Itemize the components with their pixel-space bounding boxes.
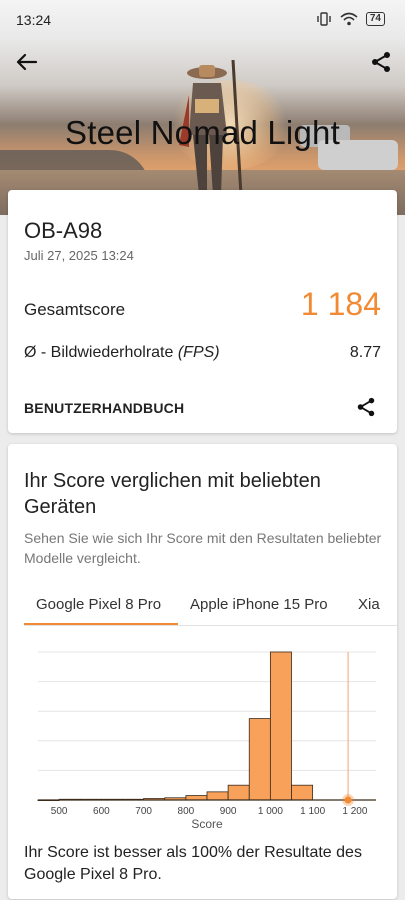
fps-label: Ø - Bildwiederholrate (FPS) — [24, 344, 220, 362]
result-card: OB-A98 Juli 27, 2025 13:24 Gesamtscore 1… — [8, 190, 397, 433]
x-tick-label: 1 000 — [258, 806, 283, 817]
total-score-value: 1 184 — [300, 286, 381, 322]
status-icons: 74 — [316, 12, 385, 26]
fps-label-text: Ø - Bildwiederholrate — [24, 344, 178, 361]
comparison-card: Ihr Score verglichen mit beliebten Gerät… — [8, 444, 397, 899]
comparison-title: Ihr Score verglichen mit beliebten Gerät… — [24, 470, 321, 518]
page-title: Steel Nomad Light — [65, 114, 340, 151]
comparison-subtitle: Sehen Sie wie sich Ihr Score mit den Res… — [24, 530, 382, 566]
x-tick-label: 800 — [178, 806, 195, 817]
histogram-bar — [269, 651, 292, 801]
battery-icon: 74 — [365, 12, 385, 26]
score-distribution-chart: 500 600 700 800 900 1 000 1 100 1 200 Score — [37, 651, 376, 831]
total-score-label: Gesamtscore — [24, 300, 126, 319]
wifi-icon — [340, 12, 358, 26]
histogram-bar — [248, 718, 271, 801]
your-score-marker-dot — [344, 796, 352, 804]
back-arrow-icon[interactable] — [14, 50, 42, 74]
status-time: 13:24 — [16, 12, 52, 28]
histogram-bar — [185, 795, 208, 801]
fps-label-unit: (FPS) — [177, 344, 220, 361]
histogram-bar — [291, 784, 314, 801]
x-tick-label: 1 200 — [342, 806, 367, 817]
x-tick-label: 900 — [220, 806, 237, 817]
device-name: OB-A98 — [24, 218, 103, 243]
share-icon[interactable] — [355, 396, 377, 418]
histogram-bar — [227, 784, 250, 801]
comparison-result-text: Ihr Score ist besser als 100% der Result… — [24, 844, 362, 883]
x-tick-label: 500 — [51, 806, 68, 817]
user-manual-button[interactable]: BENUTZERHANDBUCH — [8, 384, 397, 432]
tabs-divider — [24, 625, 397, 626]
result-date: Juli 27, 2025 13:24 — [24, 248, 134, 263]
tab-xiaomi[interactable]: Xia — [358, 596, 380, 613]
x-tick-label: 600 — [93, 806, 110, 817]
device-tabs: Google Pixel 8 Pro Apple iPhone 15 Pro X… — [8, 584, 397, 626]
user-manual-label: BENUTZERHANDBUCH — [24, 400, 185, 416]
hero-banner: 13:24 74 Steel Nomad Light — [0, 0, 405, 215]
histogram-bar — [206, 791, 229, 801]
x-axis-title: Score — [191, 817, 223, 831]
fps-value: 8.77 — [349, 344, 381, 361]
share-icon[interactable] — [369, 50, 393, 74]
x-tick-label: 700 — [135, 806, 152, 817]
vibrate-icon — [317, 12, 331, 26]
tab-apple-iphone-15-pro[interactable]: Apple iPhone 15 Pro — [190, 596, 328, 613]
status-bar: 13:24 74 — [0, 0, 405, 40]
x-tick-label: 1 100 — [300, 806, 325, 817]
tab-google-pixel-8-pro[interactable]: Google Pixel 8 Pro — [36, 596, 161, 613]
